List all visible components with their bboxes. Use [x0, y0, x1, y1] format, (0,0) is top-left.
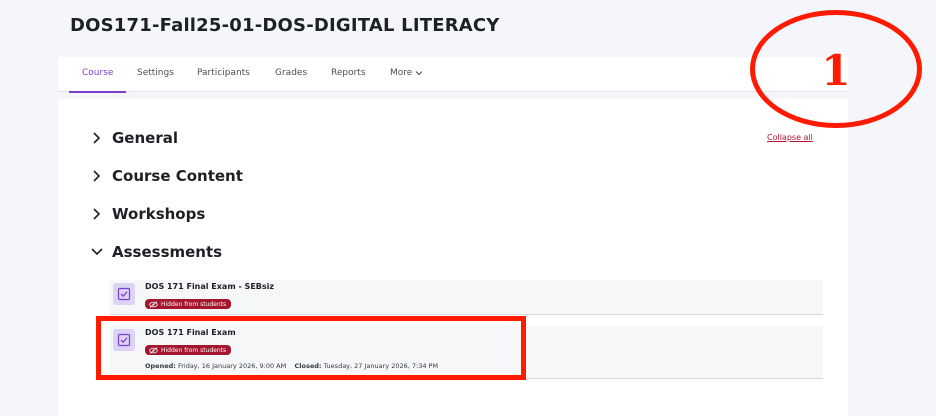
annotation-number: 1: [821, 45, 851, 95]
tab-participants[interactable]: Participants: [197, 68, 250, 78]
annotation-circle: 1: [750, 10, 922, 128]
eye-slash-icon: [149, 300, 158, 308]
section-workshops[interactable]: Workshops: [90, 203, 205, 225]
chevron-down-icon[interactable]: [90, 245, 104, 259]
section-title: General: [112, 129, 178, 147]
chevron-down-icon: [415, 71, 423, 76]
tab-more-label: More: [390, 68, 413, 78]
chevron-right-icon[interactable]: [90, 131, 104, 145]
activity-link[interactable]: DOS 171 Final Exam - SEBsiz: [145, 282, 274, 291]
section-course-content[interactable]: Course Content: [90, 165, 243, 187]
course-nav: [58, 57, 848, 92]
tab-grades[interactable]: Grades: [275, 68, 307, 78]
tab-course[interactable]: Course: [82, 68, 113, 78]
tab-reports[interactable]: Reports: [331, 68, 366, 78]
chevron-right-icon[interactable]: [90, 169, 104, 183]
section-title: Workshops: [112, 205, 206, 223]
section-title: Assessments: [112, 243, 223, 261]
hidden-badge: Hidden from students: [145, 299, 232, 309]
chevron-right-icon[interactable]: [90, 207, 104, 221]
course-title: DOS171-Fall25-01-DOS-DIGITAL LITERACY: [70, 15, 500, 36]
tab-more[interactable]: More: [390, 68, 423, 78]
highlight-box: [96, 316, 526, 380]
section-title: Course Content: [112, 167, 243, 185]
collapse-all-link[interactable]: Collapse all: [767, 133, 813, 142]
section-general[interactable]: General: [90, 127, 178, 149]
badge-label: Hidden from students: [161, 300, 227, 308]
active-tab-indicator: [69, 91, 126, 93]
quiz-icon: [113, 283, 135, 305]
section-assessments[interactable]: Assessments: [90, 241, 222, 263]
activity-item-final-exam-sebsiz[interactable]: DOS 171 Final Exam - SEBsiz Hidden from …: [110, 280, 823, 315]
tab-settings[interactable]: Settings: [137, 68, 174, 78]
